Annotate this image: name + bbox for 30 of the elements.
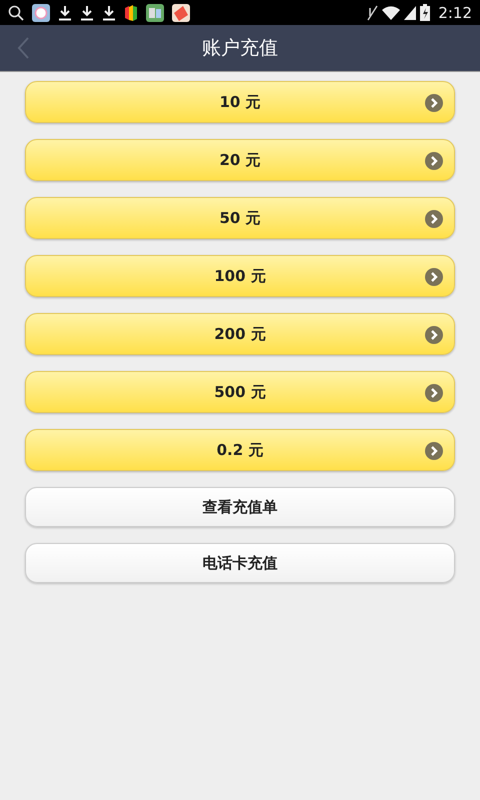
chevron-icon (425, 326, 443, 344)
amount-button[interactable]: 0.2 元 (25, 429, 455, 471)
download-icon (102, 4, 116, 20)
app-icon (32, 4, 50, 22)
chevron-icon (425, 152, 443, 170)
back-icon[interactable] (16, 36, 30, 60)
status-time: 2:12 (438, 4, 472, 22)
chevron-icon (425, 384, 443, 402)
action-button[interactable]: 查看充值单 (25, 487, 455, 527)
amount-button[interactable]: 10 元 (25, 81, 455, 123)
amount-button[interactable]: 50 元 (25, 197, 455, 239)
signal-icon (404, 6, 416, 20)
amount-button[interactable]: 20 元 (25, 139, 455, 181)
app-icon (172, 4, 190, 22)
download-icon (80, 4, 94, 20)
chevron-icon (425, 94, 443, 112)
page-title: 账户充值 (202, 36, 278, 61)
action-button[interactable]: 电话卡充值 (25, 543, 455, 583)
chevron-icon (425, 268, 443, 286)
chevron-icon (425, 210, 443, 228)
battery-icon (420, 4, 430, 21)
app-icon (146, 4, 164, 22)
amount-button[interactable]: 100 元 (25, 255, 455, 297)
wifi-icon (382, 6, 400, 20)
app-icon (124, 4, 138, 22)
download-icon (58, 4, 72, 20)
amount-button[interactable]: 200 元 (25, 313, 455, 355)
search-icon (8, 4, 24, 20)
amount-button[interactable]: 500 元 (25, 371, 455, 413)
chevron-icon (425, 442, 443, 460)
